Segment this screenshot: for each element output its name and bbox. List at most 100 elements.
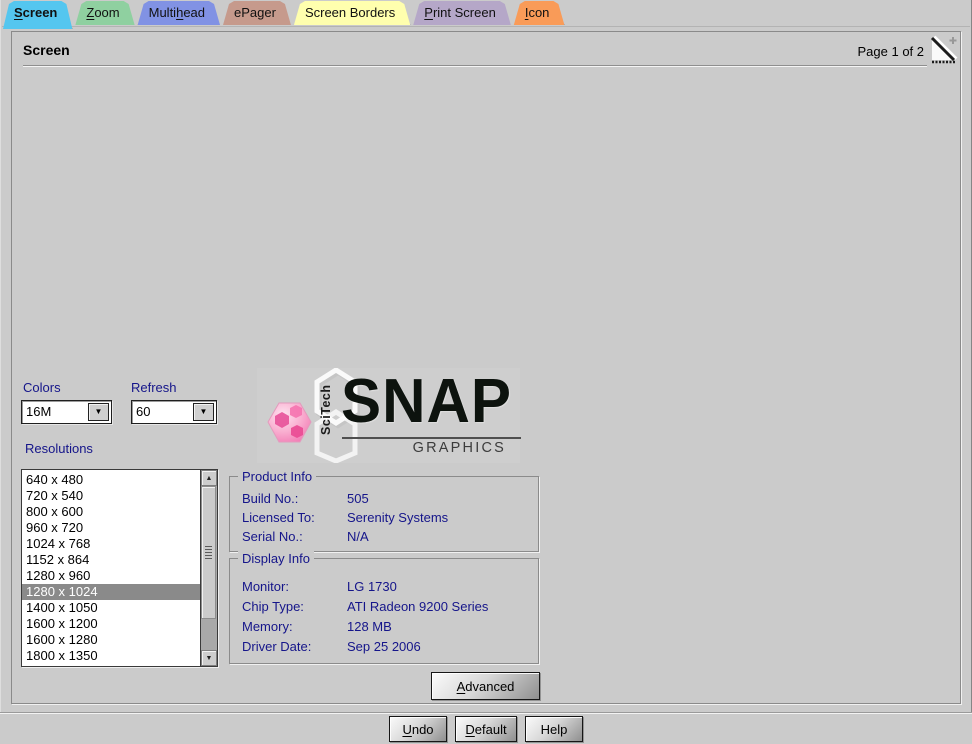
scroll-down-button[interactable]: ▼ (201, 650, 217, 666)
row-label: Build No.: (242, 489, 347, 508)
chevron-down-icon: ▼ (200, 408, 208, 416)
scrollbar-thumb[interactable] (201, 486, 216, 619)
product-info-title: Product Info (238, 469, 316, 484)
colors-dropdown-button[interactable]: ▼ (88, 403, 109, 421)
refresh-label: Refresh (131, 380, 177, 395)
row-value: ATI Radeon 9200 Series (347, 597, 488, 617)
resolution-item-selected[interactable]: 1280 x 1024 (22, 584, 200, 600)
notebook-tab-bar: Screen Zoom Multihead ePager Screen Bord… (3, 1, 564, 28)
row-value: N/A (347, 527, 369, 546)
tab-mnemonic: P (424, 5, 433, 20)
default-button[interactable]: Default (455, 716, 517, 742)
row-label: Chip Type: (242, 597, 347, 617)
info-row: Serial No.: N/A (242, 527, 532, 546)
tab-icon[interactable]: Icon (514, 1, 565, 25)
resolution-item[interactable]: 1600 x 1200 (22, 616, 200, 632)
row-value: Sep 25 2006 (347, 637, 421, 657)
row-value: 128 MB (347, 617, 392, 637)
notebook-frame: Screen Page 1 of 2 Colors 16M ▼ Refresh (2, 26, 970, 712)
refresh-combobox[interactable]: 60 ▼ (131, 400, 217, 424)
logo-rule (342, 437, 521, 439)
header-separator (23, 65, 927, 66)
tab-label: ePager (234, 5, 276, 20)
advanced-button[interactable]: Advanced (431, 672, 540, 700)
scroll-up-button[interactable]: ▲ (201, 470, 217, 486)
scitech-vertical-text: SciTech (319, 383, 333, 435)
row-label: Memory: (242, 617, 347, 637)
snap-wordmark: SNAP (341, 370, 512, 434)
tab-epager[interactable]: ePager (223, 1, 291, 25)
colors-label: Colors (23, 380, 61, 395)
resolution-item[interactable]: 1152 x 864 (22, 552, 200, 568)
tab-screen-borders[interactable]: Screen Borders (294, 1, 410, 25)
tab-mnemonic: S (14, 5, 23, 20)
resolution-item[interactable]: 800 x 600 (22, 504, 200, 520)
display-info-title: Display Info (238, 551, 314, 566)
resolution-item[interactable]: 1024 x 768 (22, 536, 200, 552)
button-label: efault (475, 722, 507, 737)
colors-value: 16M (26, 401, 51, 423)
button-label: Help (541, 722, 568, 737)
row-value: LG 1730 (347, 577, 397, 597)
resolution-item[interactable]: 1400 x 1050 (22, 600, 200, 616)
tab-label: ead (183, 5, 205, 20)
snap-graphics-settings-window: Screen Zoom Multihead ePager Screen Bord… (0, 0, 972, 744)
row-label: Driver Date: (242, 637, 347, 657)
pink-hexagon-icon (265, 400, 313, 446)
info-row: Build No.: 505 (242, 489, 532, 508)
help-button[interactable]: Help (525, 716, 583, 742)
scrollbar-grip-icon (205, 546, 212, 560)
notebook-page-screen: Screen Page 1 of 2 Colors 16M ▼ Refresh (11, 31, 961, 704)
footer-bar: Undo Default Help (0, 712, 972, 744)
display-info-rows: Monitor: LG 1730 Chip Type: ATI Radeon 9… (242, 577, 532, 657)
product-info-groupbox: Product Info Build No.: 505 Licensed To:… (229, 476, 539, 552)
colors-combobox[interactable]: 16M ▼ (21, 400, 112, 424)
row-value: Serenity Systems (347, 508, 448, 527)
tab-label: con (528, 5, 549, 20)
tab-print-screen[interactable]: Print Screen (413, 1, 511, 25)
snap-graphics-logo: SciTech SNAP GRAPHICS (257, 368, 520, 463)
display-info-groupbox: Display Info Monitor: LG 1730 Chip Type:… (229, 558, 539, 664)
row-label: Licensed To: (242, 508, 347, 527)
row-label: Serial No.: (242, 527, 347, 546)
arrow-down-icon: ▼ (206, 655, 213, 662)
tab-label: oom (94, 5, 119, 20)
resolution-item[interactable]: 720 x 540 (22, 488, 200, 504)
tab-label: rint Screen (433, 5, 496, 20)
tab-label: creen (23, 5, 58, 20)
tab-multihead[interactable]: Multihead (138, 1, 220, 25)
refresh-dropdown-button[interactable]: ▼ (193, 403, 214, 421)
button-mnemonic: U (402, 722, 411, 737)
info-row: Licensed To: Serenity Systems (242, 508, 532, 527)
info-row: Memory: 128 MB (242, 617, 532, 637)
arrow-up-icon: ▲ (206, 475, 213, 482)
row-label: Monitor: (242, 577, 347, 597)
tab-zoom[interactable]: Zoom (75, 1, 134, 25)
button-mnemonic: A (457, 679, 466, 694)
tab-label: Multi (149, 5, 176, 20)
resolutions-listbox[interactable]: 640 x 480 720 x 540 800 x 600 960 x 720 … (21, 469, 218, 667)
button-label: ndo (412, 722, 434, 737)
resolutions-label: Resolutions (25, 441, 93, 456)
product-info-rows: Build No.: 505 Licensed To: Serenity Sys… (242, 489, 532, 546)
resolution-item[interactable]: 640 x 480 (22, 472, 200, 488)
info-row: Driver Date: Sep 25 2006 (242, 637, 532, 657)
page-indicator: Page 1 of 2 (858, 44, 925, 59)
info-row: Chip Type: ATI Radeon 9200 Series (242, 597, 532, 617)
resolution-item[interactable]: 1280 x 960 (22, 568, 200, 584)
refresh-value: 60 (136, 401, 150, 423)
vertical-scrollbar[interactable]: ▲ ▼ (200, 470, 217, 666)
button-label: dvanced (465, 679, 514, 694)
page-turn-corner-icon[interactable] (930, 35, 958, 65)
resolution-item[interactable]: 1600 x 1280 (22, 632, 200, 648)
graphics-wordmark: GRAPHICS (413, 440, 506, 456)
undo-button[interactable]: Undo (389, 716, 447, 742)
button-mnemonic: D (465, 722, 474, 737)
info-row: Monitor: LG 1730 (242, 577, 532, 597)
resolution-item[interactable]: 960 x 720 (22, 520, 200, 536)
tab-screen[interactable]: Screen (3, 1, 72, 29)
chevron-down-icon: ▼ (95, 408, 103, 416)
resolution-item[interactable]: 1800 x 1350 (22, 648, 200, 664)
tab-label: Screen Borders (305, 5, 395, 20)
resolutions-items: 640 x 480 720 x 540 800 x 600 960 x 720 … (22, 472, 200, 664)
